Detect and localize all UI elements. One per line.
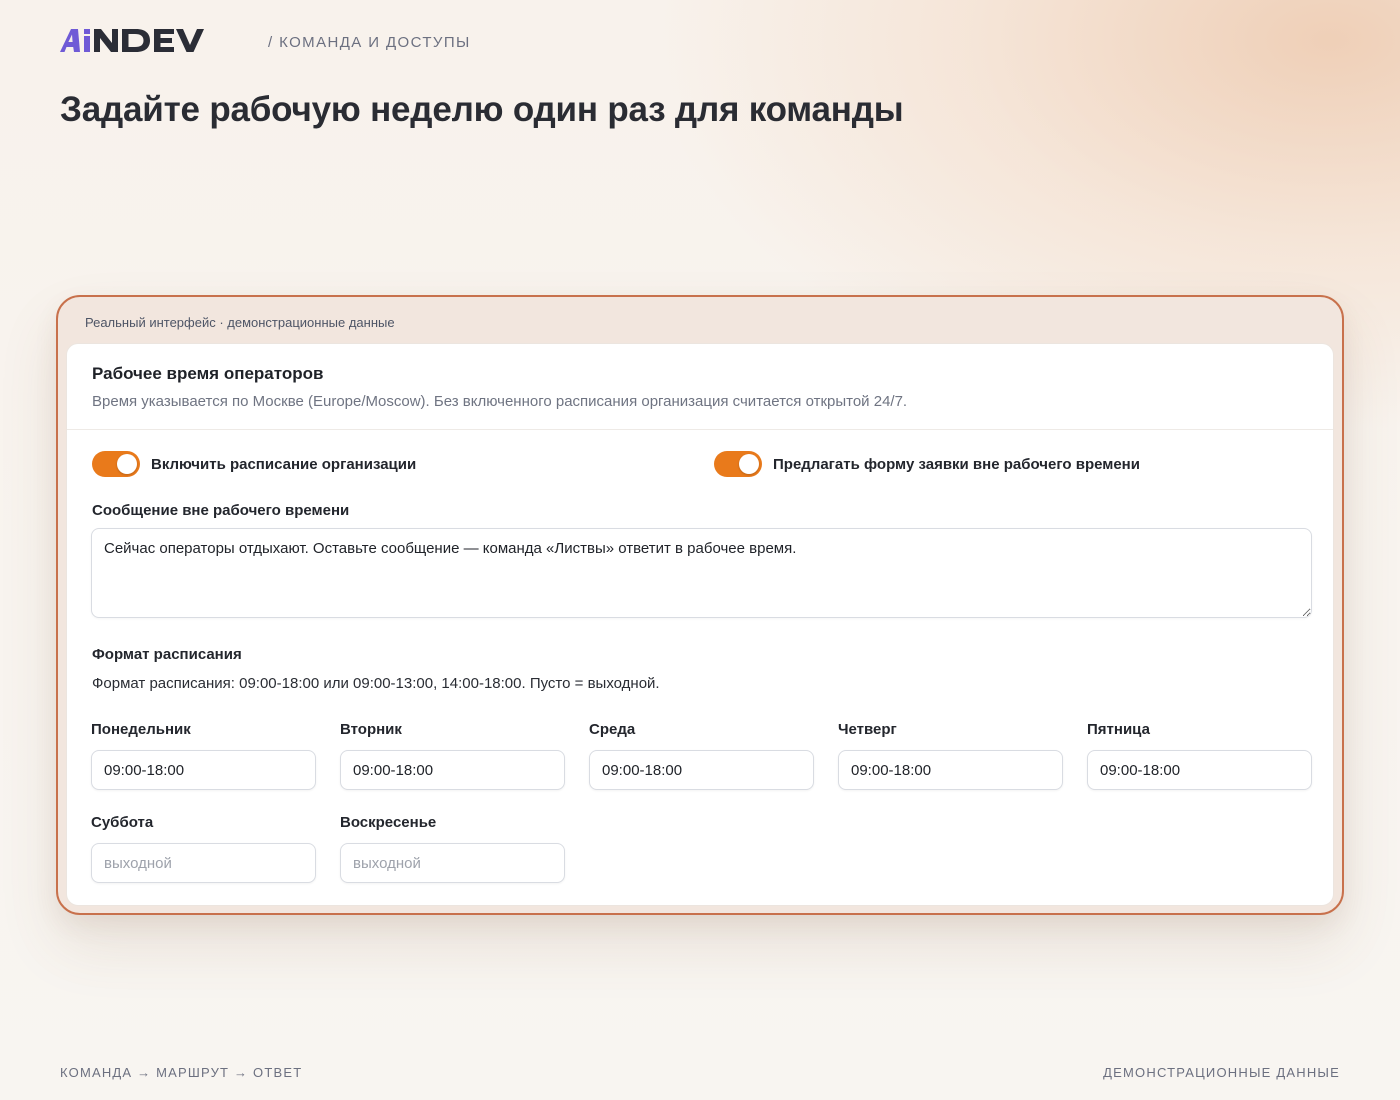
day-tuesday: Вторник <box>340 721 565 790</box>
breadcrumb[interactable]: / КОМАНДА И ДОСТУПЫ <box>268 34 471 51</box>
footer-flow: КОМАНДА → МАРШРУТ → ОТВЕТ <box>60 1065 303 1080</box>
top-bar: / КОМАНДА И ДОСТУПЫ <box>60 26 471 56</box>
toggle-knob <box>739 454 759 474</box>
sunday-hours-input[interactable] <box>340 843 565 883</box>
thursday-hours-input[interactable] <box>838 750 1063 790</box>
panel-subtitle: Время указывается по Москве (Europe/Mosc… <box>92 393 908 410</box>
offhours-message-textarea[interactable] <box>91 528 1312 618</box>
enable-schedule-toggle[interactable] <box>92 451 140 477</box>
day-label: Суббота <box>91 814 154 831</box>
day-label: Среда <box>589 721 636 738</box>
frame-caption: Реальный интерфейс · демонстрационные да… <box>85 315 395 330</box>
schedule-format-label: Формат расписания <box>92 646 242 663</box>
panel-title: Рабочее время операторов <box>92 364 324 383</box>
day-label: Четверг <box>838 721 897 738</box>
enable-schedule-label: Включить расписание организации <box>151 455 417 473</box>
schedule-panel: Рабочее время операторов Время указывает… <box>66 343 1334 906</box>
demo-frame: Реальный интерфейс · демонстрационные да… <box>56 295 1344 915</box>
panel-header: Рабочее время операторов Время указывает… <box>67 344 1333 430</box>
day-monday: Понедельник <box>91 721 316 790</box>
day-wednesday: Среда <box>589 721 814 790</box>
wednesday-hours-input[interactable] <box>589 750 814 790</box>
toggle-knob <box>117 454 137 474</box>
day-label: Вторник <box>340 721 402 738</box>
footer-demo-note: ДЕМОНСТРАЦИОННЫЕ ДАННЫЕ <box>1103 1065 1340 1080</box>
day-thursday: Четверг <box>838 721 1063 790</box>
tuesday-hours-input[interactable] <box>340 750 565 790</box>
offhours-message-label: Сообщение вне рабочего времени <box>92 502 350 519</box>
page-title: Задайте рабочую неделю один раз для кома… <box>60 90 904 129</box>
saturday-hours-input[interactable] <box>91 843 316 883</box>
day-saturday: Суббота <box>91 814 316 883</box>
monday-hours-input[interactable] <box>91 750 316 790</box>
offhours-form-label: Предлагать форму заявки вне рабочего вре… <box>773 455 1140 473</box>
offhours-form-toggle-row: Предлагать форму заявки вне рабочего вре… <box>714 451 1140 477</box>
aindev-logo <box>60 29 204 52</box>
friday-hours-input[interactable] <box>1087 750 1312 790</box>
schedule-format-hint: Формат расписания: 09:00-18:00 или 09:00… <box>92 675 660 692</box>
day-sunday: Воскресенье <box>340 814 565 883</box>
day-label: Воскресенье <box>340 814 437 831</box>
day-label: Пятница <box>1087 721 1150 738</box>
day-label: Понедельник <box>91 721 191 738</box>
offhours-form-toggle[interactable] <box>714 451 762 477</box>
day-friday: Пятница <box>1087 721 1312 790</box>
schedule-toggle-row: Включить расписание организации <box>92 451 416 477</box>
